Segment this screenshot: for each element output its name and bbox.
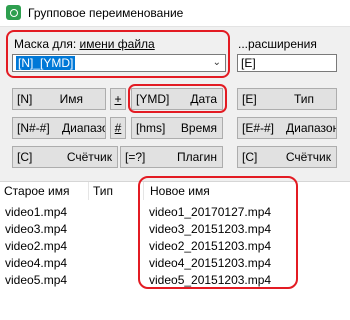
plus-button-label: + <box>114 92 122 106</box>
name-button-label: Имя <box>59 92 83 106</box>
old-name-cell: video3.mp4 <box>5 222 68 236</box>
old-name-cell: video5.mp4 <box>5 273 68 287</box>
plugin-button-code: [=?] <box>125 150 146 164</box>
ext-type-button-code: [E] <box>242 92 257 106</box>
column-divider[interactable] <box>88 182 89 200</box>
new-name-column-highlight-outline <box>138 176 298 289</box>
ext-range-button-code: [E#-#] <box>242 121 275 135</box>
window-title: Групповое переименование <box>28 6 184 20</box>
rename-app-icon <box>6 5 21 20</box>
ext-range-button[interactable]: [E#-#] Диапазон <box>237 117 337 139</box>
old-name-cell: video1.mp4 <box>5 205 68 219</box>
old-name-cell: video4.mp4 <box>5 256 68 270</box>
hash-button[interactable]: # <box>110 117 126 139</box>
ext-type-button[interactable]: [E] Тип <box>237 88 337 110</box>
extension-mask-input[interactable]: [E] <box>237 54 337 72</box>
old-name-cell: video2.mp4 <box>5 239 68 253</box>
counter-button-code: [C] <box>17 150 33 164</box>
title-bar: Групповое переименование <box>0 0 350 27</box>
hash-button-label: # <box>114 121 122 135</box>
ext-type-button-label: Тип <box>293 92 314 106</box>
range-button-code: [N#-#] <box>17 121 50 135</box>
counter-button[interactable]: [C] Счётчик <box>12 146 118 168</box>
time-button[interactable]: [hms] Время <box>131 117 223 139</box>
plugin-button-label: Плагин <box>176 150 217 164</box>
column-header-old-name[interactable]: Старое имя <box>4 182 70 200</box>
name-button-code: [N] <box>17 92 33 106</box>
range-button[interactable]: [N#-#] Диапазон <box>12 117 106 139</box>
plus-button[interactable]: + <box>110 88 126 110</box>
extension-label: ...расширения <box>238 37 317 51</box>
date-button-highlight-outline <box>128 84 227 113</box>
time-button-code: [hms] <box>136 121 166 135</box>
plugin-button[interactable]: [=?] Плагин <box>120 146 223 168</box>
mask-highlight-outline <box>6 30 230 78</box>
range-button-label: Диапазон <box>62 121 105 135</box>
counter-button-label: Счётчик <box>66 150 112 164</box>
time-button-label: Время <box>180 121 217 135</box>
extension-mask-value: [E] <box>241 56 256 70</box>
ext-counter-button-code: [C] <box>242 150 258 164</box>
name-button[interactable]: [N] Имя <box>12 88 106 110</box>
ext-counter-button[interactable]: [C] Счётчик <box>237 146 337 168</box>
ext-counter-button-label: Счётчик <box>285 150 331 164</box>
column-header-type[interactable]: Тип <box>93 182 113 200</box>
ext-range-button-label: Диапазон <box>286 121 337 135</box>
